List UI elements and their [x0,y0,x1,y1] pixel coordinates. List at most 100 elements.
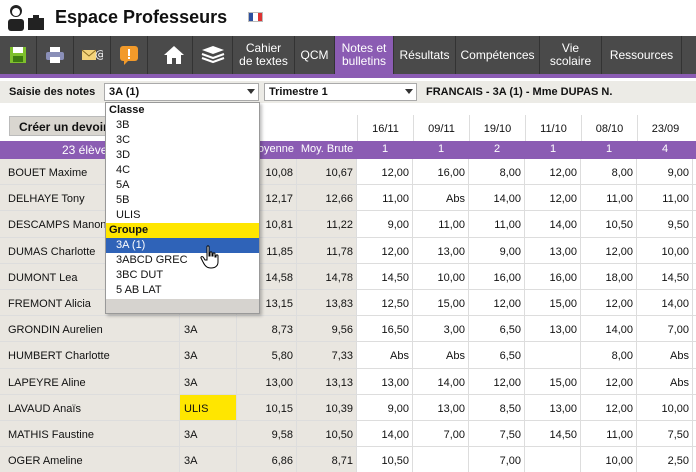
grade-cell[interactable]: 8,50 [469,394,525,420]
class-select[interactable]: 3A (1) [104,83,259,101]
grade-cell[interactable]: 9,50 [637,211,693,237]
grade-cell[interactable]: 14,00 [637,289,693,316]
menu-notes-et-bulletins[interactable]: Notes et bulletins [335,36,394,74]
grade-cell[interactable]: 12,00 [357,237,413,263]
grade-cell[interactable]: 10,50 [581,211,637,237]
grade-cell[interactable]: 11,00 [357,185,413,211]
grade-cell[interactable]: 12,00 [581,289,637,316]
grade-cell[interactable]: 12,00 [581,237,637,263]
grade-cell[interactable]: 7,00 [637,316,693,342]
dropdown-group-option[interactable]: 5 AB LAT [106,283,259,298]
grade-cell[interactable]: 10,50 [357,447,413,472]
table-row[interactable]: HUMBERT Charlotte 3A 5,80 7,33 Abs Abs 6,50 8,0… [0,342,696,369]
grade-cell[interactable]: 14,50 [525,420,581,447]
student-name[interactable]: LAVAUD Anaïs [0,394,180,420]
date-header[interactable]: 11/10 [525,115,581,141]
period-select[interactable]: Trimestre 1 [264,83,417,101]
grade-cell[interactable]: 14,50 [637,263,693,289]
grade-cell[interactable]: Abs [413,342,469,368]
grade-cell[interactable]: 12,00 [525,159,581,185]
grade-cell[interactable]: 9,00 [357,211,413,237]
date-header[interactable]: 19/10 [469,115,525,141]
grade-cell[interactable]: 6,50 [469,342,525,368]
student-name[interactable]: HUMBERT Charlotte [0,342,180,368]
dropdown-class-option[interactable]: 3B [106,118,259,133]
grade-cell[interactable]: 16,00 [469,263,525,289]
grade-cell[interactable]: 18,00 [581,263,637,289]
grade-cell[interactable]: 13,00 [525,316,581,342]
home-icon[interactable] [156,36,193,74]
grade-cell[interactable]: 15,00 [525,289,581,316]
grade-cell[interactable] [413,447,469,472]
grade-cell[interactable]: 7,00 [469,447,525,472]
grade-cell[interactable]: 16,50 [357,316,413,342]
dropdown-group-option[interactable]: 3ABCD GREC [106,253,259,268]
date-header[interactable]: 23/09 [637,115,693,141]
table-row[interactable]: LAVAUD Anaïs ULIS 10,15 10,39 9,00 13,00 8,50 1… [0,394,696,421]
dropdown-class-option[interactable]: 5B [106,193,259,208]
create-devoir-button[interactable]: Créer un devoir [9,116,119,136]
grade-cell[interactable]: 10,00 [637,394,693,420]
grade-cell[interactable]: 10,00 [413,263,469,289]
grade-cell[interactable]: 9,00 [357,394,413,420]
menu-ressources[interactable]: Ressources [602,36,682,74]
grade-cell[interactable]: 10,00 [581,447,637,472]
email-icon[interactable]: @ [74,36,111,74]
grade-cell[interactable]: 14,00 [469,185,525,211]
grade-cell[interactable]: Abs [413,185,469,211]
menu-vie-scolaire[interactable]: Vie scolaire [540,36,602,74]
grade-cell[interactable]: 12,00 [525,185,581,211]
menu-cahier-de-textes[interactable]: Cahier de textes [233,36,295,74]
grade-cell[interactable]: 7,50 [469,420,525,447]
grade-cell[interactable]: 11,00 [581,420,637,447]
grade-cell[interactable]: Abs [637,368,693,394]
date-header[interactable]: 08/10 [581,115,637,141]
grade-cell[interactable]: 11,00 [413,211,469,237]
dropdown-class-option[interactable]: 3D [106,148,259,163]
menu-competences[interactable]: Compétences [456,36,540,74]
student-name[interactable]: OGER Ameline [0,447,180,472]
date-header[interactable]: 09/11 [413,115,469,141]
grade-cell[interactable]: 12,00 [469,368,525,394]
grade-cell[interactable]: 8,00 [581,342,637,368]
grade-cell[interactable]: Abs [637,342,693,368]
grade-cell[interactable]: 8,00 [469,159,525,185]
table-row[interactable]: GRONDIN Aurelien 3A 8,73 9,56 16,50 3,00 6,50 1… [0,316,696,343]
moy-brute-header[interactable]: Moy. Brute [297,143,357,155]
table-row[interactable]: OGER Ameline 3A 6,86 8,71 10,50 7,00 10,00 2,50 [0,447,696,472]
grade-cell[interactable]: 12,00 [469,289,525,316]
grade-cell[interactable]: 16,00 [413,159,469,185]
grade-cell[interactable]: 14,00 [357,420,413,447]
grade-cell[interactable]: 13,00 [525,394,581,420]
student-name[interactable]: LAPEYRE Aline [0,368,180,394]
grade-cell[interactable]: 16,00 [525,263,581,289]
dropdown-class-option[interactable]: 4C [106,163,259,178]
save-icon[interactable] [0,36,37,74]
grade-cell[interactable]: 12,00 [357,159,413,185]
grade-cell[interactable]: 8,00 [581,159,637,185]
dropdown-class-option[interactable]: 5A [106,178,259,193]
alert-icon[interactable] [111,36,148,74]
grade-cell[interactable]: 13,00 [525,237,581,263]
grade-cell[interactable]: 11,00 [581,185,637,211]
student-name[interactable]: GRONDIN Aurelien [0,316,180,342]
dropdown-group-option[interactable]: 3A (1) [106,238,259,253]
grade-cell[interactable]: 14,00 [413,368,469,394]
grade-cell[interactable]: 9,00 [637,159,693,185]
grade-cell[interactable]: 13,00 [413,394,469,420]
grade-cell[interactable]: 9,00 [469,237,525,263]
stack-icon[interactable] [193,36,233,74]
grade-cell[interactable]: 3,00 [413,316,469,342]
grade-cell[interactable]: 15,00 [413,289,469,316]
grade-cell[interactable]: 10,00 [637,237,693,263]
date-header[interactable]: 16/11 [357,115,413,141]
table-row[interactable]: LAPEYRE Aline 3A 13,00 13,13 13,00 14,00 12,00… [0,368,696,395]
grade-cell[interactable]: 12,00 [581,368,637,394]
grade-cell[interactable] [525,342,581,368]
grade-cell[interactable]: 14,00 [581,316,637,342]
grade-cell[interactable]: 11,00 [469,211,525,237]
grade-cell[interactable]: 13,00 [413,237,469,263]
grade-cell[interactable]: 14,00 [525,211,581,237]
menu-resultats[interactable]: Résultats [394,36,456,74]
dropdown-class-option[interactable]: 3C [106,133,259,148]
